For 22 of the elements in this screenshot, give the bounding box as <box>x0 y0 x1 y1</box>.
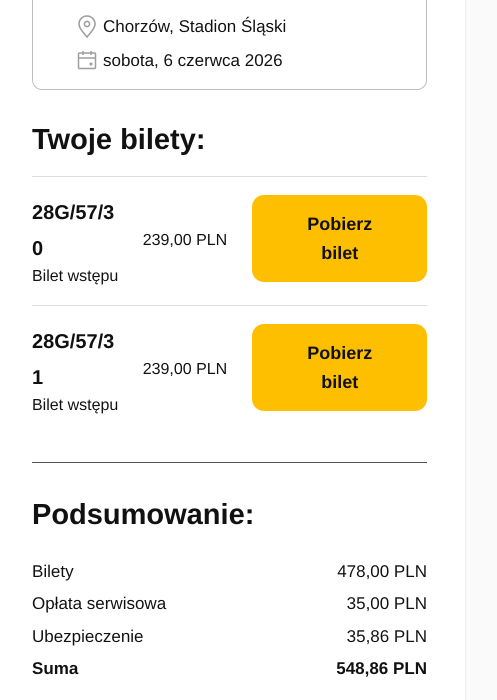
ticket-type: Bilet wstępu <box>32 267 120 288</box>
calendar-icon <box>77 50 97 70</box>
download-ticket-button[interactable]: Pobierz bilet <box>252 195 427 282</box>
download-ticket-button[interactable]: Pobierz bilet <box>252 324 427 412</box>
summary-value: 478,00 PLN <box>337 560 427 582</box>
summary-heading: Podsumowanie: <box>32 498 256 534</box>
ticket-number: 28G/57/30 <box>32 201 116 262</box>
summary-label: Opłata serwisowa <box>32 593 166 615</box>
ticket-price: 239,00 PLN <box>142 360 228 380</box>
event-location: Chorzów, Stadion Śląski <box>103 16 286 38</box>
summary-value: 548,86 PLN <box>336 658 427 680</box>
ticket-type: Bilet wstępu <box>32 396 120 416</box>
summary-label: Bilety <box>32 560 74 582</box>
event-date: sobota, 6 czerwca 2026 <box>103 50 283 72</box>
summary-value: 35,00 PLN <box>346 593 427 615</box>
tickets-heading: Twoje bilety: <box>32 123 206 158</box>
location-pin-icon <box>77 14 97 39</box>
summary-label: Suma <box>32 658 78 680</box>
ticket-number: 28G/57/31 <box>32 330 116 392</box>
summary-label: Ubezpieczenie <box>32 626 144 648</box>
summary-value: 35,86 PLN <box>346 626 427 648</box>
ticket-price: 239,00 PLN <box>142 231 228 252</box>
